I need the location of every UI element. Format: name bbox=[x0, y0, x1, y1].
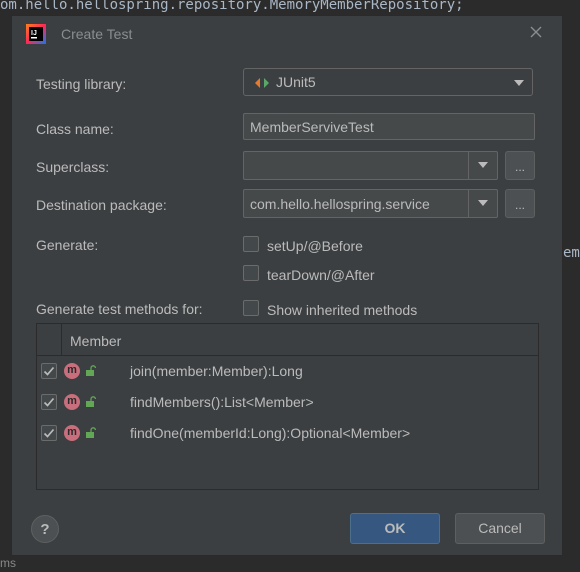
header-divider bbox=[61, 324, 62, 355]
background-status-text: ms bbox=[0, 556, 16, 570]
unlock-icon bbox=[86, 365, 97, 376]
method-checkbox[interactable] bbox=[41, 363, 57, 379]
checkmark-icon bbox=[43, 428, 55, 438]
method-icon: m bbox=[64, 363, 80, 379]
testing-library-label: Testing library: bbox=[36, 76, 127, 92]
superclass-label: Superclass: bbox=[36, 159, 110, 175]
method-name: findOne(memberId:Long):Optional<Member> bbox=[130, 425, 411, 441]
unlock-icon bbox=[86, 396, 97, 407]
methods-table: Member m join(member:Member):Long m find… bbox=[36, 323, 539, 490]
create-test-dialog: IJ Create Test Testing library: JUnit5 C… bbox=[11, 15, 563, 556]
setup-checkbox-label[interactable]: setUp/@Before bbox=[267, 238, 363, 254]
method-icon: m bbox=[64, 425, 80, 441]
intellij-icon: IJ bbox=[26, 24, 46, 44]
generate-label: Generate: bbox=[36, 237, 99, 253]
cancel-button[interactable]: Cancel bbox=[455, 513, 545, 544]
class-name-input[interactable]: MemberServiveTest bbox=[243, 113, 535, 140]
setup-checkbox[interactable] bbox=[243, 236, 259, 252]
superclass-browse-button[interactable]: ... bbox=[505, 151, 535, 180]
destination-browse-button[interactable]: ... bbox=[505, 189, 535, 218]
show-inherited-checkbox[interactable] bbox=[243, 300, 259, 316]
method-checkbox[interactable] bbox=[41, 425, 57, 441]
method-checkbox[interactable] bbox=[41, 394, 57, 410]
junit-icon bbox=[255, 78, 269, 88]
destination-dropdown-button[interactable] bbox=[468, 190, 497, 217]
method-icon: m bbox=[64, 394, 80, 410]
member-column-header[interactable]: Member bbox=[70, 333, 121, 349]
destination-package-combo[interactable]: com.hello.hellospring.service bbox=[243, 189, 498, 218]
table-row[interactable]: m join(member:Member):Long bbox=[37, 356, 538, 387]
checkmark-icon bbox=[43, 397, 55, 407]
destination-package-value: com.hello.hellospring.service bbox=[250, 196, 430, 212]
background-code-fragment: em bbox=[563, 245, 580, 261]
superclass-dropdown-button[interactable] bbox=[468, 152, 497, 179]
help-button[interactable]: ? bbox=[31, 515, 59, 543]
table-row[interactable]: m findOne(memberId:Long):Optional<Member… bbox=[37, 418, 538, 449]
chevron-down-icon bbox=[514, 80, 524, 86]
generate-methods-label: Generate test methods for: bbox=[36, 301, 203, 317]
dialog-title-bar: IJ Create Test bbox=[12, 16, 562, 52]
close-icon[interactable] bbox=[528, 24, 544, 40]
destination-package-label: Destination package: bbox=[36, 197, 167, 213]
testing-library-value: JUnit5 bbox=[276, 74, 316, 90]
class-name-label: Class name: bbox=[36, 121, 114, 137]
checkmark-icon bbox=[43, 366, 55, 376]
teardown-checkbox[interactable] bbox=[243, 265, 259, 281]
chevron-down-icon bbox=[478, 200, 488, 206]
superclass-combo[interactable] bbox=[243, 151, 498, 180]
methods-table-header: Member bbox=[37, 324, 538, 356]
dialog-title: Create Test bbox=[61, 26, 133, 42]
chevron-down-icon bbox=[478, 162, 488, 168]
show-inherited-checkbox-label[interactable]: Show inherited methods bbox=[267, 302, 417, 318]
svg-text:IJ: IJ bbox=[31, 30, 37, 37]
testing-library-select[interactable]: JUnit5 bbox=[243, 68, 533, 96]
unlock-icon bbox=[86, 427, 97, 438]
ok-button[interactable]: OK bbox=[350, 513, 440, 544]
method-name: findMembers():List<Member> bbox=[130, 394, 314, 410]
background-code-line: om.hello.hellospring.repository.MemoryMe… bbox=[0, 0, 464, 13]
table-row[interactable]: m findMembers():List<Member> bbox=[37, 387, 538, 418]
method-name: join(member:Member):Long bbox=[130, 363, 303, 379]
teardown-checkbox-label[interactable]: tearDown/@After bbox=[267, 267, 375, 283]
